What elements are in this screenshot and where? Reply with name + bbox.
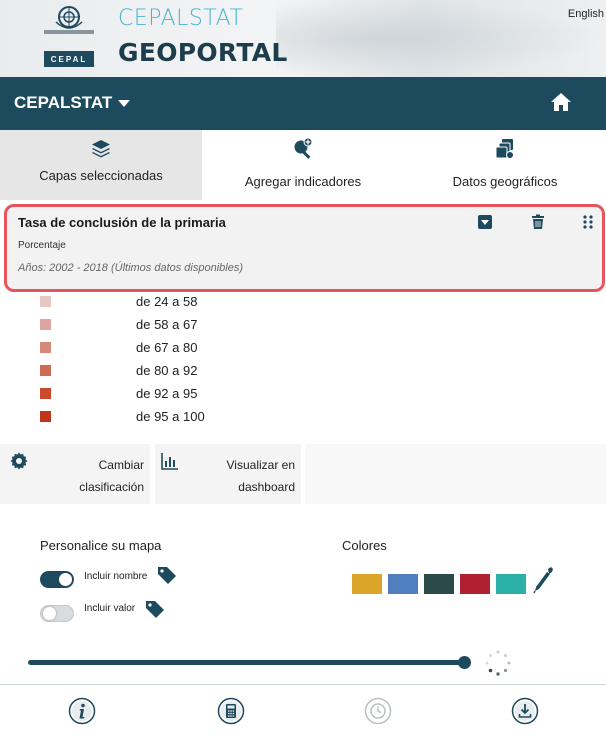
- change-classification-button[interactable]: Cambiar clasificación: [0, 444, 150, 504]
- calculator-icon[interactable]: [217, 697, 245, 725]
- legend-swatch: [40, 296, 51, 307]
- tab-label: Datos geográficos: [452, 174, 558, 189]
- search-plus-icon: [294, 138, 313, 159]
- gear-icon: [10, 452, 28, 470]
- legend-item: de 92 a 95: [0, 384, 300, 406]
- toggle-knob: [59, 573, 72, 586]
- legend-label: de 58 a 67: [136, 317, 198, 332]
- bar-chart-icon: [161, 453, 178, 470]
- header-background: [276, 0, 606, 77]
- map-legend: de 24 a 58 de 58 a 67 de 67 a 80 de 80 a…: [0, 292, 606, 434]
- bottom-toolbar-divider: [0, 684, 606, 685]
- layer-years: Años: 2002 - 2018 (Últimos datos disponi…: [18, 262, 244, 274]
- app-title-top: CEPALSTAT: [118, 6, 244, 31]
- selected-layer-card[interactable]: Tasa de conclusión de la primaria Porcen…: [4, 204, 605, 292]
- legend-label: de 95 a 100: [136, 409, 205, 424]
- opacity-slider-track[interactable]: [28, 660, 468, 665]
- legend-label: de 24 a 58: [136, 294, 198, 309]
- tab-agregar-indicadores[interactable]: Agregar indicadores: [202, 130, 404, 200]
- legend-item: de 24 a 58: [0, 292, 300, 314]
- tab-label: Capas seleccionadas: [39, 168, 163, 183]
- header: CEPAL CEPALSTAT GEOPORTAL English: [0, 0, 606, 77]
- panel-tabs: Capas seleccionadas Agregar indicadores …: [0, 130, 606, 200]
- language-link[interactable]: English: [568, 8, 604, 20]
- clock-icon[interactable]: [364, 697, 392, 725]
- layer-unit: Porcentaje: [18, 240, 66, 251]
- legend-item: de 58 a 67: [0, 315, 300, 337]
- trash-icon[interactable]: [530, 214, 546, 230]
- loading-spinner-icon: [485, 650, 511, 676]
- legend-label: de 67 a 80: [136, 340, 198, 355]
- tab-label: Agregar indicadores: [244, 174, 362, 189]
- dashboard-label: Visualizar en dashboard: [226, 458, 295, 494]
- personalize-title: Personalice su mapa: [40, 538, 162, 553]
- legend-swatch: [40, 411, 51, 422]
- layer-actions: Cambiar clasificación Visualizar en dash…: [0, 444, 606, 504]
- legend-swatch: [40, 388, 51, 399]
- cepalstat-menu[interactable]: CEPALSTAT: [14, 93, 131, 113]
- legend-item: de 80 a 92: [0, 361, 300, 383]
- color-swatch[interactable]: [424, 574, 454, 594]
- legend-swatch: [40, 342, 51, 353]
- colors-title: Colores: [342, 538, 387, 553]
- tab-capas-seleccionadas[interactable]: Capas seleccionadas: [0, 130, 202, 200]
- include-value-toggle[interactable]: [40, 605, 74, 622]
- toggle-knob: [43, 607, 56, 620]
- un-emblem-caption: [44, 30, 94, 34]
- home-icon[interactable]: [550, 91, 572, 113]
- download-icon[interactable]: [511, 697, 539, 725]
- tag-icon: [158, 567, 176, 584]
- include-name-toggle[interactable]: [40, 571, 74, 588]
- color-swatch[interactable]: [496, 574, 526, 594]
- layers-icon: [92, 140, 110, 158]
- data-layers-icon: [495, 139, 514, 159]
- legend-swatch: [40, 365, 51, 376]
- legend-label: de 80 a 92: [136, 363, 198, 378]
- legend-item: de 95 a 100: [0, 407, 300, 429]
- include-name-label: Incluir nombre: [84, 571, 148, 582]
- top-nav: CEPALSTAT: [0, 77, 606, 130]
- legend-item: de 67 a 80: [0, 338, 300, 360]
- color-swatch[interactable]: [352, 574, 382, 594]
- color-swatch[interactable]: [388, 574, 418, 594]
- legend-swatch: [40, 319, 51, 330]
- tab-datos-geograficos[interactable]: Datos geográficos: [404, 130, 606, 200]
- collapse-icon[interactable]: [477, 214, 493, 230]
- layer-title: Tasa de conclusión de la primaria: [18, 215, 226, 230]
- dashboard-button[interactable]: Visualizar en dashboard: [155, 444, 301, 504]
- legend-label: de 92 a 95: [136, 386, 198, 401]
- actions-filler: [305, 444, 606, 504]
- tag-icon: [146, 601, 164, 618]
- caret-down-icon: [118, 100, 131, 108]
- opacity-slider-thumb[interactable]: [458, 656, 471, 669]
- include-value-label: Incluir valor: [84, 603, 136, 614]
- change-classification-label: Cambiar clasificación: [79, 458, 144, 494]
- app-title-bottom: GEOPORTAL: [118, 38, 288, 67]
- drag-handle-icon[interactable]: [580, 214, 596, 230]
- color-picker-icon[interactable]: [532, 566, 554, 594]
- info-icon[interactable]: [68, 697, 96, 725]
- color-swatch[interactable]: [460, 574, 490, 594]
- cepal-logo[interactable]: CEPAL: [44, 51, 94, 67]
